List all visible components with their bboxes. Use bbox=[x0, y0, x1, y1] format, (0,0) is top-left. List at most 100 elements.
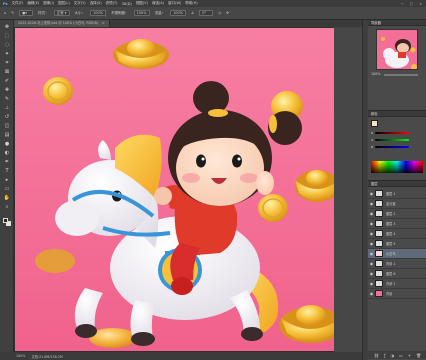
slider-g[interactable]: G bbox=[371, 138, 410, 142]
foreground-color-swatch[interactable] bbox=[3, 218, 8, 223]
eyedropper-tool-icon[interactable]: ✐ bbox=[3, 77, 11, 84]
quick-select-tool-icon[interactable]: ✦ bbox=[3, 50, 11, 57]
eye-icon[interactable]: ◉ bbox=[368, 251, 375, 256]
menu-type[interactable]: 文字(Y) bbox=[74, 1, 86, 6]
mask-icon[interactable]: ◑ bbox=[391, 353, 395, 358]
clone-stamp-icon[interactable]: ⊥ bbox=[3, 104, 11, 111]
eye-icon[interactable]: ◉ bbox=[368, 291, 375, 296]
layer-row[interactable]: ◉ 金元宝 bbox=[368, 199, 426, 209]
symmetry-icon[interactable]: ✣ bbox=[226, 11, 229, 15]
menu-window[interactable]: 窗口(W) bbox=[168, 1, 181, 6]
link-layers-icon[interactable]: ⛓ bbox=[374, 353, 379, 358]
layer-row[interactable]: ◉ 背景 1 bbox=[368, 259, 426, 269]
eraser-tool-icon[interactable]: ◫ bbox=[3, 122, 11, 129]
menu-view[interactable]: 视图(V) bbox=[136, 1, 148, 6]
menu-edit[interactable]: 编辑(E) bbox=[27, 1, 39, 6]
eye-icon[interactable]: ◉ bbox=[368, 281, 375, 286]
status-zoom[interactable]: 100% bbox=[16, 354, 25, 358]
layer-name: 图层 5 bbox=[386, 242, 396, 246]
dodge-tool-icon[interactable]: ◐ bbox=[3, 149, 11, 156]
document-tab[interactable]: 2025-0226-马上发财.psd @ 100% (小白马, RGB/8) × bbox=[14, 20, 110, 27]
eye-icon[interactable]: ◉ bbox=[368, 191, 375, 196]
menu-filter[interactable]: 滤镜(T) bbox=[106, 1, 118, 6]
slider-b[interactable]: B bbox=[371, 145, 410, 149]
frame-tool-icon[interactable]: ⊠ bbox=[3, 68, 11, 75]
menu-image[interactable]: 图像(I) bbox=[43, 1, 54, 6]
eye-icon[interactable]: ◉ bbox=[368, 201, 375, 206]
new-group-icon[interactable]: ▭ bbox=[399, 353, 403, 358]
right-panels: 导航器 100% 颜色 R G B 图层 ◉ 图层 1 ◉ 金元宝 ◉ 图层 2… bbox=[368, 20, 426, 360]
gradient-tool-icon[interactable]: ▤ bbox=[3, 131, 11, 138]
history-brush-icon[interactable]: ↺ bbox=[3, 113, 11, 120]
pressure-icon[interactable]: ◎ bbox=[218, 11, 221, 15]
color-spectrum[interactable] bbox=[371, 161, 423, 173]
eye-icon[interactable]: ◉ bbox=[368, 271, 375, 276]
navigator-thumbnail[interactable] bbox=[376, 29, 418, 70]
brush-tool-icon[interactable]: ✎ bbox=[3, 95, 11, 102]
style-dropdown[interactable]: 正常 ▾ bbox=[53, 10, 70, 16]
menu-3d[interactable]: 3D(D) bbox=[121, 2, 131, 6]
home-icon[interactable]: ⌂ bbox=[4, 11, 6, 15]
eye-icon[interactable]: ◉ bbox=[368, 221, 375, 226]
new-layer-icon[interactable]: + bbox=[408, 353, 411, 358]
opacity-field[interactable]: 100% bbox=[133, 10, 150, 16]
navigator-zoom[interactable]: 100% bbox=[371, 72, 380, 76]
crop-tool-icon[interactable]: ⌗ bbox=[3, 59, 11, 66]
layer-row[interactable]: ◉ 图层 3 bbox=[368, 219, 426, 229]
layer-name: 背景 2 bbox=[386, 282, 396, 286]
close-tab-icon[interactable]: × bbox=[102, 20, 105, 27]
move-tool-icon[interactable]: ✥ bbox=[3, 23, 11, 30]
eye-icon[interactable]: ◉ bbox=[368, 211, 375, 216]
layer-row[interactable]: ◉ 图层 6 bbox=[368, 269, 426, 279]
flow-field[interactable]: 100% bbox=[170, 10, 187, 16]
marquee-tool-icon[interactable]: ⬚ bbox=[3, 32, 11, 39]
artboard[interactable] bbox=[15, 28, 347, 351]
layer-row[interactable]: ◉ 背景 bbox=[368, 289, 426, 299]
eye-icon[interactable]: ◉ bbox=[368, 231, 375, 236]
type-tool-icon[interactable]: T bbox=[3, 167, 11, 174]
layer-name: 背景 bbox=[386, 292, 393, 296]
maximize-button[interactable]: □ bbox=[410, 2, 413, 6]
app-logo-icon: Ps bbox=[3, 1, 8, 6]
navigator-zoom-slider[interactable] bbox=[384, 74, 418, 76]
minimize-button[interactable]: − bbox=[401, 2, 404, 6]
menu-layer[interactable]: 图层(L) bbox=[58, 1, 70, 6]
layers-title[interactable]: 图层 bbox=[368, 181, 426, 187]
layer-row-selected[interactable]: ◉ 小白马 bbox=[368, 249, 426, 259]
trash-icon[interactable]: 🗑 bbox=[416, 353, 421, 358]
layer-name: 图层 4 bbox=[386, 232, 396, 236]
menu-help[interactable]: 帮助(H) bbox=[185, 1, 197, 6]
canvas-area[interactable] bbox=[14, 27, 362, 352]
tools-panel: ✥ ⬚ ◌ ✦ ⌗ ⊠ ✐ ✚ ✎ ⊥ ↺ ◫ ▤ ● ◐ ✒ T ▸ ▭ ✋ … bbox=[0, 20, 14, 352]
layer-thumbnail bbox=[375, 220, 383, 227]
menu-enhance[interactable]: 增强(A) bbox=[152, 1, 164, 6]
pen-tool-icon[interactable]: ✒ bbox=[3, 158, 11, 165]
tool-preset-icon[interactable]: ✎ bbox=[11, 11, 14, 15]
layer-row[interactable]: ◉ 图层 4 bbox=[368, 229, 426, 239]
layer-row[interactable]: ◉ 图层 2 bbox=[368, 209, 426, 219]
path-select-icon[interactable]: ▸ bbox=[3, 176, 11, 183]
lasso-tool-icon[interactable]: ◌ bbox=[3, 41, 11, 48]
size-field[interactable]: 100% bbox=[90, 10, 107, 16]
menu-select[interactable]: 选择(S) bbox=[90, 1, 102, 6]
menu-file[interactable]: 文件(F) bbox=[12, 1, 24, 6]
color-title[interactable]: 颜色 bbox=[368, 111, 426, 117]
close-window-button[interactable]: × bbox=[419, 2, 422, 6]
shape-tool-icon[interactable]: ▭ bbox=[3, 185, 11, 192]
eye-icon[interactable]: ◉ bbox=[368, 241, 375, 246]
blur-tool-icon[interactable]: ● bbox=[3, 140, 11, 147]
layer-thumbnail bbox=[375, 260, 383, 267]
layer-row[interactable]: ◉ 图层 5 bbox=[368, 239, 426, 249]
healing-brush-icon[interactable]: ✚ bbox=[3, 86, 11, 93]
fx-icon[interactable]: ƒ bbox=[384, 353, 385, 358]
color-panel-fg-swatch[interactable] bbox=[371, 120, 378, 127]
brush-preset-picker[interactable]: ●▾ bbox=[19, 10, 34, 16]
layer-row[interactable]: ◉ 背景 2 bbox=[368, 279, 426, 289]
slider-r[interactable]: R bbox=[371, 131, 410, 135]
zoom-tool-icon[interactable]: ⌕ bbox=[3, 203, 11, 210]
hand-tool-icon[interactable]: ✋ bbox=[3, 194, 11, 201]
eye-icon[interactable]: ◉ bbox=[368, 261, 375, 266]
navigator-title[interactable]: 导航器 bbox=[368, 20, 426, 26]
layer-row[interactable]: ◉ 图层 1 bbox=[368, 189, 426, 199]
angle-field[interactable]: 0° bbox=[199, 10, 214, 16]
